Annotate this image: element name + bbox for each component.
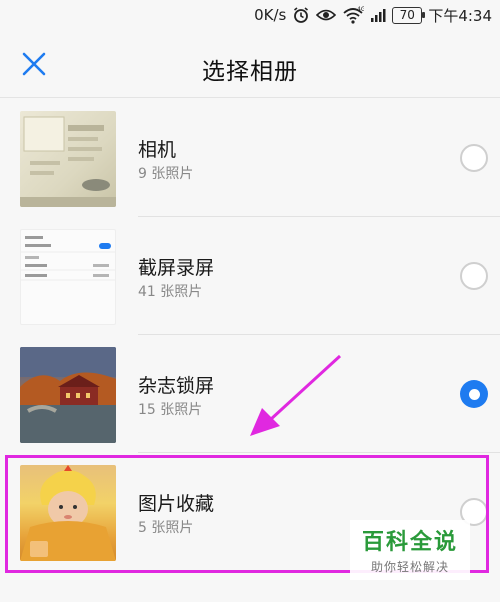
- battery-level: 70: [399, 8, 415, 22]
- watermark: 百科全说 助你轻松解决: [350, 520, 470, 580]
- battery-icon: 70: [392, 6, 426, 24]
- album-thumbnail: [20, 347, 116, 443]
- album-photo-count: 9 张照片: [138, 166, 194, 182]
- watermark-subtitle: 助你轻松解决: [370, 560, 449, 574]
- album-photo-count: 15 张照片: [138, 402, 203, 418]
- signal-icon: [370, 7, 386, 23]
- status-time: 下午4:34: [428, 6, 492, 25]
- album-item-screenshots[interactable]: 截屏录屏 41 张照片: [0, 217, 500, 335]
- radio-selected-dot: [468, 388, 480, 400]
- network-speed: 0K/s: [254, 6, 287, 24]
- album-name: 截屏录屏: [138, 257, 215, 279]
- wifi-icon: 4G: [342, 6, 364, 24]
- album-radio-button-selected[interactable]: [460, 380, 488, 408]
- album-thumbnail: [20, 229, 116, 325]
- album-name: 图片收藏: [138, 493, 215, 515]
- album-item-magazine-lockscreen[interactable]: 杂志锁屏 15 张照片: [0, 335, 500, 453]
- app-header: 选择相册: [0, 30, 500, 98]
- alarm-icon: [292, 6, 310, 24]
- album-thumbnail: [20, 465, 116, 561]
- album-radio-button[interactable]: [460, 144, 488, 172]
- watermark-title: 百科全说: [361, 530, 458, 555]
- album-radio-button[interactable]: [460, 262, 488, 290]
- album-photo-count: 41 张照片: [138, 284, 203, 300]
- album-name: 相机: [138, 139, 177, 161]
- status-indicators: 0K/s 4G 70 下午4:34: [254, 4, 492, 26]
- eye-icon: [316, 8, 337, 22]
- album-list: 相机 9 张照片 截屏录屏 41 张照片 杂志锁屏 15 张照片 图片收藏 5 …: [0, 99, 500, 571]
- status-bar: 0K/s 4G 70 下午4:34: [0, 0, 500, 30]
- album-photo-count: 5 张照片: [138, 520, 194, 536]
- album-thumbnail: [20, 111, 116, 207]
- album-item-camera[interactable]: 相机 9 张照片: [0, 99, 500, 217]
- svg-text:4G: 4G: [357, 6, 364, 13]
- page-title: 选择相册: [202, 59, 298, 85]
- album-name: 杂志锁屏: [138, 375, 215, 397]
